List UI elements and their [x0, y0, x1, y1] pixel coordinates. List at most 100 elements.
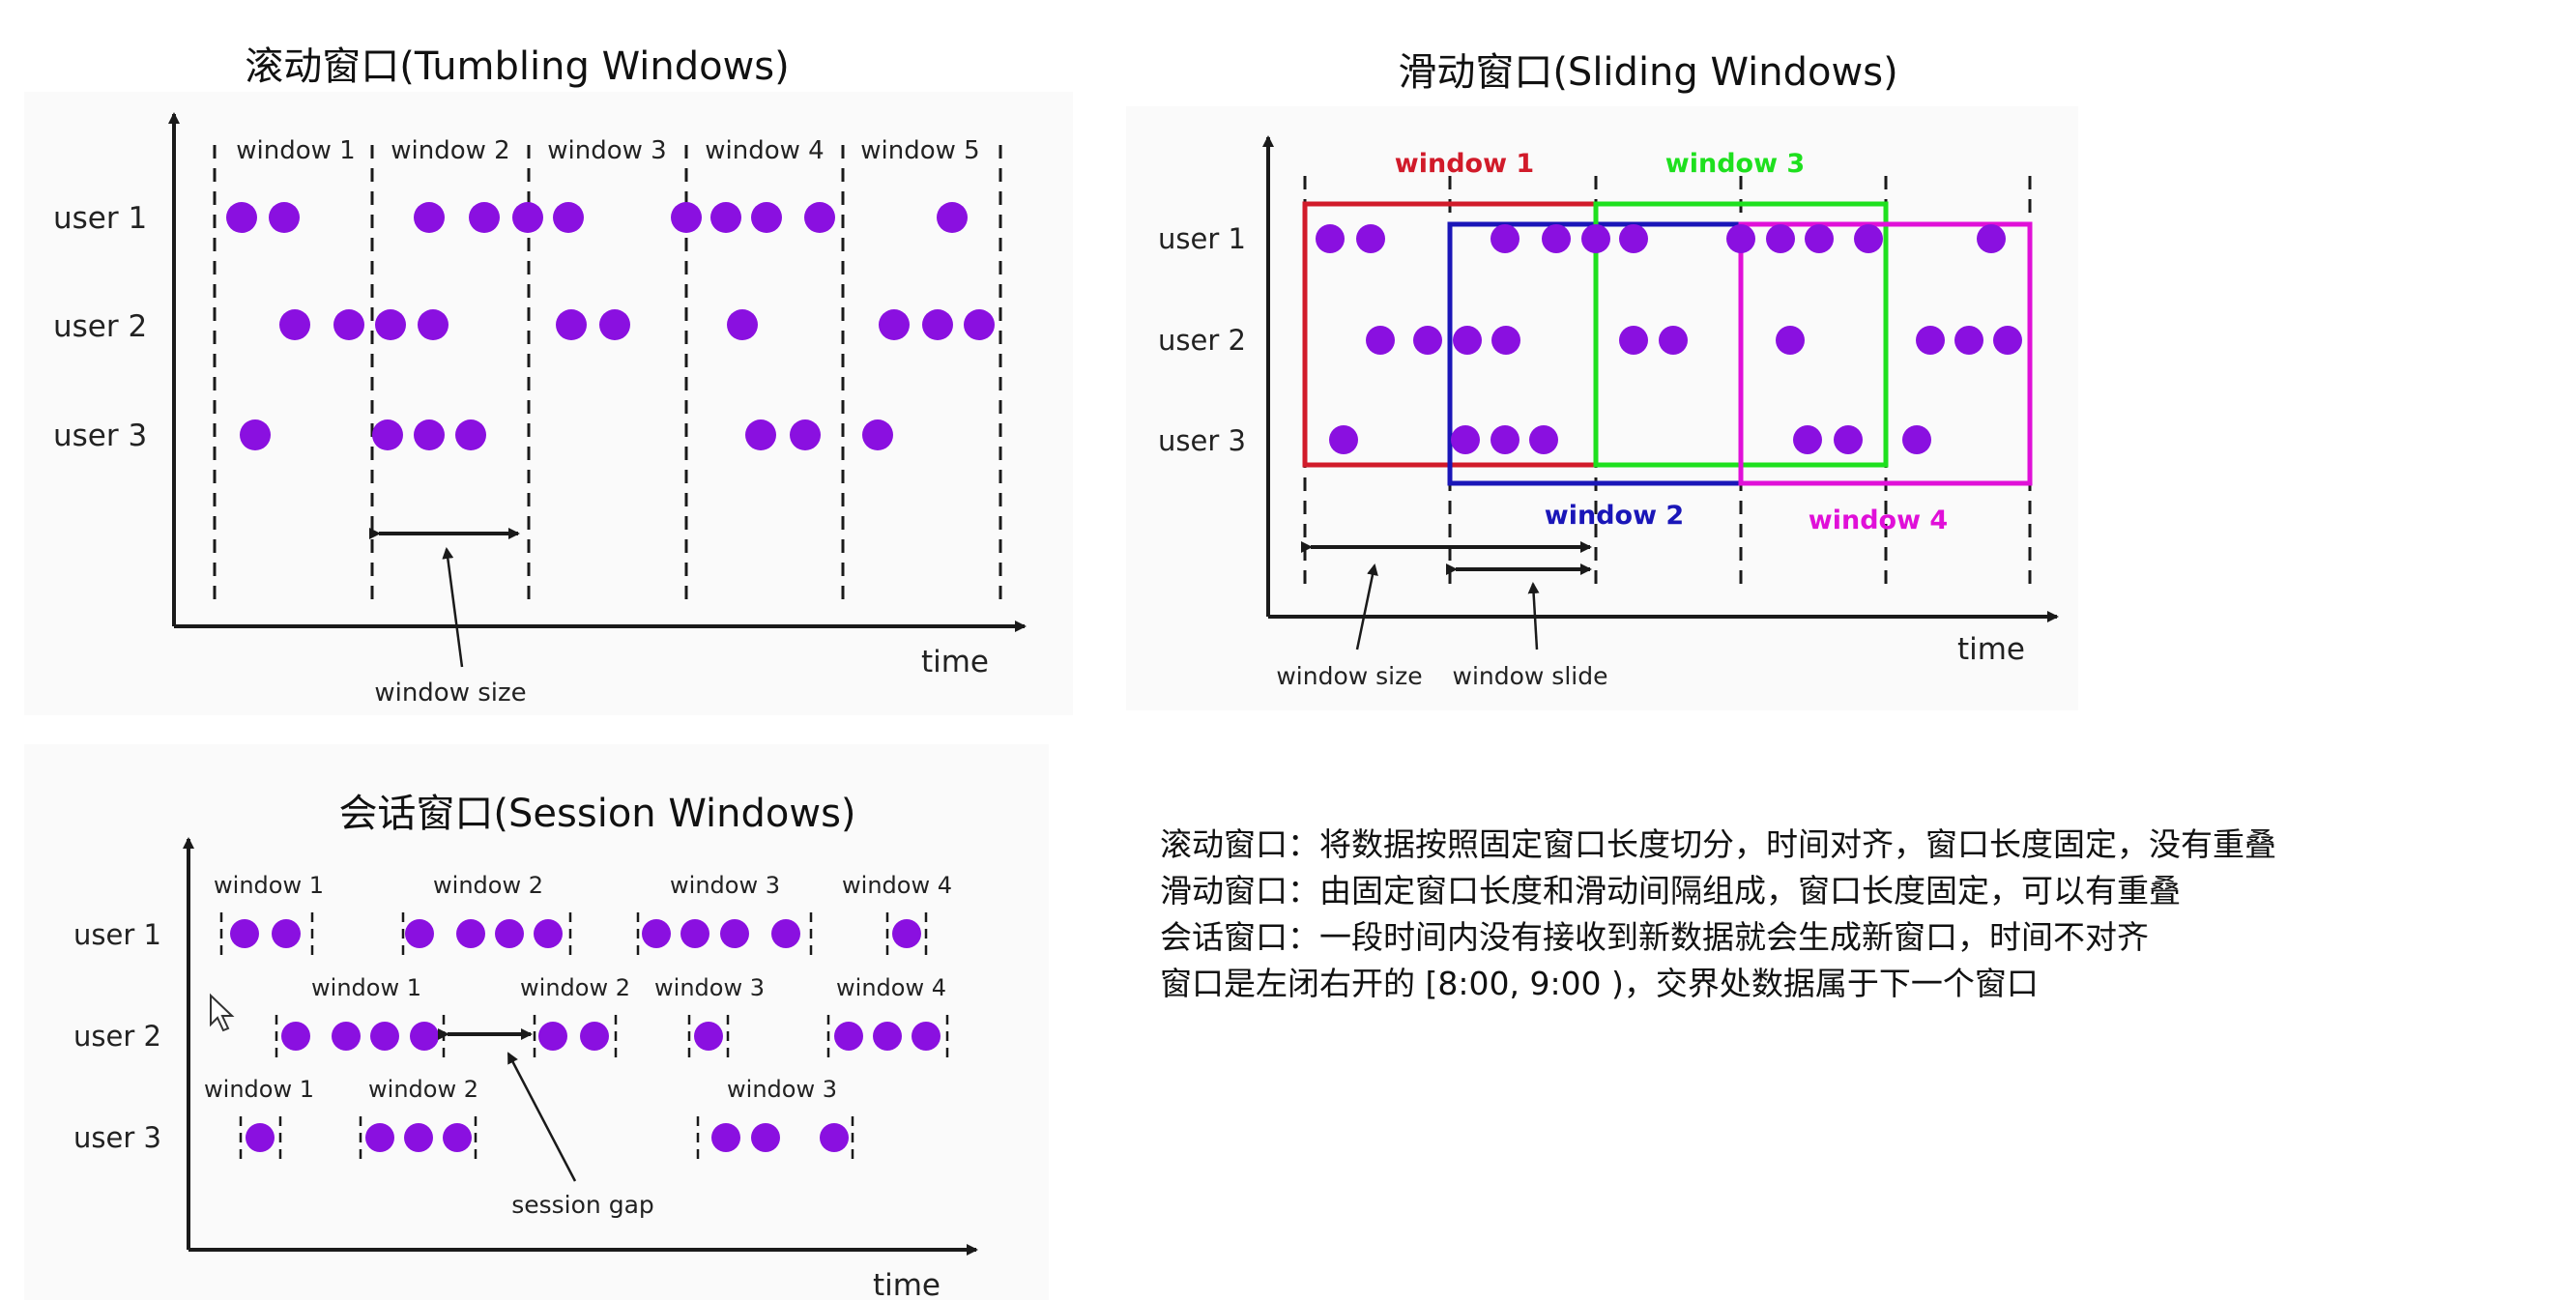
event-dot	[512, 202, 543, 233]
event-dot	[720, 919, 749, 948]
event-dot	[469, 202, 500, 233]
sliding-window-3-label: window 3	[1665, 149, 1805, 179]
event-dot	[751, 1123, 780, 1152]
event-dot	[240, 419, 271, 450]
event-dot	[727, 309, 758, 340]
event-dot	[279, 309, 310, 340]
note-session: 会话窗口：一段时间内没有接收到新数据就会生成新窗口，时间不对齐	[1160, 918, 2149, 956]
session-u2-window-1-label: window 1	[311, 974, 421, 1001]
tumbling-window-1-label: window 1	[236, 136, 355, 165]
session-u1-window-1-label: window 1	[214, 872, 324, 899]
event-dot	[1766, 224, 1795, 253]
event-dot	[804, 202, 835, 233]
event-dot	[873, 1022, 902, 1051]
event-dot	[964, 309, 995, 340]
session-u2-window-2-label: window 2	[520, 974, 630, 1001]
sliding-window-4-label: window 4	[1809, 506, 1948, 535]
event-dot	[834, 1022, 863, 1051]
event-dot	[246, 1123, 275, 1152]
event-dot	[1902, 425, 1931, 454]
note-tumbling: 滚动窗口：将数据按照固定窗口长度切分，时间对齐，窗口长度固定，没有重叠	[1160, 825, 2276, 863]
event-dot	[790, 419, 821, 450]
tumbling-user3-label: user 3	[53, 419, 147, 453]
event-dot	[410, 1022, 439, 1051]
tumbling-user2-label: user 2	[53, 309, 147, 344]
event-dot	[771, 919, 800, 948]
event-dot	[1916, 326, 1945, 355]
sliding-window-2-label: window 2	[1545, 501, 1684, 531]
tumbling-window-4-label: window 4	[705, 136, 824, 165]
sliding-user3-label: user 3	[1158, 424, 1246, 457]
event-dot	[820, 1123, 849, 1152]
event-dot	[580, 1022, 609, 1051]
event-dot	[711, 1123, 740, 1152]
notes-block: 滚动窗口：将数据按照固定窗口长度切分，时间对齐，窗口长度固定，没有重叠 滑动窗口…	[1160, 822, 2417, 1007]
event-dot	[495, 919, 524, 948]
session-u3-window-1-label: window 1	[204, 1076, 314, 1103]
tumbling-title: 滚动窗口(Tumbling Windows)	[245, 44, 790, 89]
event-dot	[534, 919, 563, 948]
event-dot	[1491, 326, 1520, 355]
event-dot	[365, 1123, 394, 1152]
event-dot	[404, 1123, 433, 1152]
session-u1-window-4-label: window 4	[842, 872, 952, 899]
sliding-user2-label: user 2	[1158, 324, 1246, 357]
event-dot	[553, 202, 584, 233]
event-dot	[922, 309, 953, 340]
tumbling-time-label: time	[921, 645, 989, 679]
event-dot	[1491, 224, 1520, 253]
event-dot	[1619, 224, 1648, 253]
event-dot	[1529, 425, 1558, 454]
event-dot	[372, 419, 403, 450]
event-dot	[333, 309, 364, 340]
event-dot	[375, 309, 406, 340]
event-dot	[751, 202, 782, 233]
event-dot	[370, 1022, 399, 1051]
event-dot	[1805, 224, 1834, 253]
sliding-panel: 滑动窗口(Sliding Windows) time user 1 user 2…	[1126, 50, 2078, 710]
sliding-slide-label: window slide	[1453, 662, 1608, 690]
event-dot	[1659, 326, 1688, 355]
sliding-title: 滑动窗口(Sliding Windows)	[1398, 50, 1897, 95]
event-dot	[1329, 425, 1358, 454]
event-dot	[1451, 425, 1480, 454]
event-dot	[1726, 224, 1755, 253]
event-dot	[1453, 326, 1482, 355]
event-dot	[418, 309, 449, 340]
note-boundary: 窗口是左闭右开的 [8:00, 9:00 )，交界处数据属于下一个窗口	[1160, 965, 2039, 1002]
event-dot	[272, 919, 301, 948]
event-dot	[694, 1022, 723, 1051]
tumbling-window-2-label: window 2	[391, 136, 509, 165]
event-dot	[269, 202, 300, 233]
event-dot	[912, 1022, 941, 1051]
sliding-window-1-label: window 1	[1395, 149, 1534, 179]
tumbling-size-label: window size	[374, 679, 526, 708]
tumbling-panel: 滚动窗口(Tumbling Windows) time user 1 user …	[24, 44, 1073, 715]
event-dot	[1491, 425, 1520, 454]
event-dot	[1854, 224, 1883, 253]
tumbling-window-3-label: window 3	[547, 136, 666, 165]
sliding-time-label: time	[1957, 632, 2025, 667]
event-dot	[456, 919, 485, 948]
event-dot	[1413, 326, 1442, 355]
session-user2-label: user 2	[73, 1020, 161, 1053]
event-dot	[642, 919, 671, 948]
session-u1-window-3-label: window 3	[670, 872, 780, 899]
event-dot	[1993, 326, 2022, 355]
event-dot	[538, 1022, 567, 1051]
sliding-user1-label: user 1	[1158, 222, 1246, 255]
session-user1-label: user 1	[73, 918, 161, 951]
event-dot	[455, 419, 486, 450]
event-dot	[405, 919, 434, 948]
tumbling-window-5-label: window 5	[860, 136, 979, 165]
event-dot	[1542, 224, 1571, 253]
window-types-diagram: 滚动窗口(Tumbling Windows) time user 1 user …	[24, 44, 2078, 1300]
event-dot	[937, 202, 968, 233]
session-time-label: time	[873, 1268, 941, 1300]
note-sliding: 滑动窗口：由固定窗口长度和滑动间隔组成，窗口长度固定，可以有重叠	[1160, 872, 2181, 910]
session-user3-label: user 3	[73, 1121, 161, 1154]
event-dot	[414, 419, 445, 450]
session-title: 会话窗口(Session Windows)	[338, 792, 855, 836]
session-panel: 会话窗口(Session Windows) time user 1 user 2…	[24, 744, 1049, 1300]
event-dot	[414, 202, 445, 233]
